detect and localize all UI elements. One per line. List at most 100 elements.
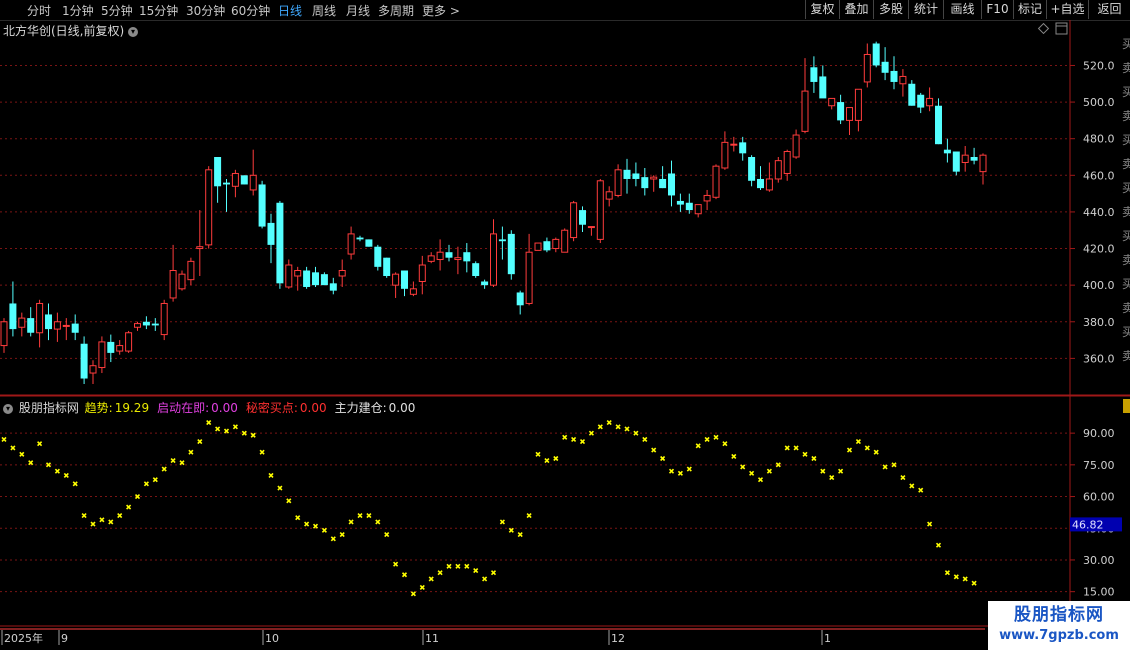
candle — [249, 149, 257, 196]
trend-point — [802, 451, 808, 457]
trend-point — [615, 424, 621, 430]
candle — [837, 94, 845, 125]
candle-body — [757, 178, 764, 189]
right-edge-char: 卖 — [1122, 253, 1130, 267]
candle — [819, 65, 827, 99]
candle-body — [863, 53, 871, 83]
candle — [979, 153, 987, 185]
trend-point — [401, 572, 408, 578]
candle — [943, 138, 951, 163]
candle — [383, 257, 391, 278]
candle-body — [267, 222, 275, 245]
candle-body — [605, 191, 613, 200]
price-tick-label: 520.0 — [1083, 59, 1115, 72]
candle-body — [490, 233, 497, 286]
candle-body — [846, 107, 853, 121]
trend-point — [366, 513, 372, 519]
trend-point — [10, 445, 16, 451]
trend-point — [384, 532, 390, 538]
candle-body — [676, 200, 684, 205]
candle-body — [596, 180, 604, 240]
candle-body — [303, 270, 311, 287]
indicator-fields: 趋势: 19.29 启动在即: 0.00 秘密买点: 0.00 主力建仓: 0.00 — [85, 401, 424, 415]
candle — [62, 318, 70, 341]
candle — [899, 69, 907, 97]
watermark-logo: 股朋指标网 www.7gpzb.com — [988, 601, 1130, 650]
price-tick-label: 380.0 — [1083, 316, 1115, 329]
indicator-field-label-1: 启动在即: — [157, 401, 210, 415]
right-edge-char: 买 — [1122, 181, 1130, 195]
candle-body — [320, 274, 328, 286]
candle-body — [214, 157, 222, 187]
trend-point — [330, 536, 336, 542]
candle — [418, 255, 426, 295]
candle — [80, 336, 88, 385]
candle-body — [231, 172, 239, 187]
candle — [401, 270, 408, 297]
candle-body — [979, 154, 987, 173]
trend-point — [295, 515, 301, 521]
candle-body — [365, 239, 373, 247]
trend-point — [63, 472, 69, 478]
trend-point — [740, 464, 746, 470]
candle — [205, 166, 213, 249]
trend-point — [731, 453, 737, 459]
candle-body — [632, 173, 640, 179]
stock-title-label: 北方华创(日线,前复权) — [3, 24, 125, 38]
price-tick-label: 480.0 — [1083, 133, 1115, 146]
trend-point — [393, 561, 399, 567]
candle-body — [659, 178, 667, 189]
trend-point — [108, 519, 114, 525]
trend-point — [339, 532, 345, 538]
trend-point — [410, 591, 416, 597]
chevron-down-icon[interactable]: ▾ — [3, 404, 13, 414]
candle-body — [160, 302, 168, 336]
candle-body — [98, 341, 106, 369]
candle — [632, 162, 640, 187]
edge-marker — [1123, 399, 1130, 413]
stock-title[interactable]: 北方华创(日线,前复权) ▾ — [3, 22, 139, 39]
trend-point — [571, 436, 577, 443]
candle — [45, 303, 52, 341]
candle — [178, 270, 186, 291]
candle — [623, 158, 631, 194]
candle — [579, 206, 586, 233]
candle — [347, 226, 355, 260]
candle-body — [587, 226, 595, 229]
candle — [142, 316, 150, 330]
candle — [694, 204, 702, 218]
indicator-field-label-0: 趋势: — [84, 401, 113, 415]
candle — [312, 266, 319, 287]
candle — [276, 200, 284, 289]
candle — [881, 47, 889, 81]
trend-point — [811, 455, 817, 462]
trend-point — [704, 436, 710, 443]
chevron-down-icon[interactable]: ▾ — [128, 27, 139, 37]
trend-point — [197, 439, 203, 445]
candle-body — [579, 210, 586, 225]
candle-body — [801, 90, 809, 132]
candle-body — [116, 345, 124, 352]
candle-body — [240, 175, 248, 185]
candle-body — [570, 202, 578, 239]
candle-body — [543, 241, 551, 251]
trend-point — [660, 455, 666, 462]
candle-body — [561, 229, 569, 253]
candle — [151, 318, 159, 331]
trend-point — [677, 470, 683, 476]
candle — [187, 257, 195, 286]
trend-point — [419, 584, 425, 590]
candle — [525, 233, 533, 306]
trend-point — [348, 519, 354, 525]
candle — [329, 277, 337, 295]
candle — [134, 321, 141, 331]
trend-point — [1, 436, 7, 443]
candle-body — [151, 323, 159, 326]
candle — [454, 246, 462, 275]
candle-body — [970, 157, 978, 161]
candle-body — [498, 239, 506, 242]
candle — [917, 92, 925, 114]
trend-point — [437, 570, 443, 576]
candle-body — [347, 233, 355, 255]
candle — [436, 239, 444, 271]
